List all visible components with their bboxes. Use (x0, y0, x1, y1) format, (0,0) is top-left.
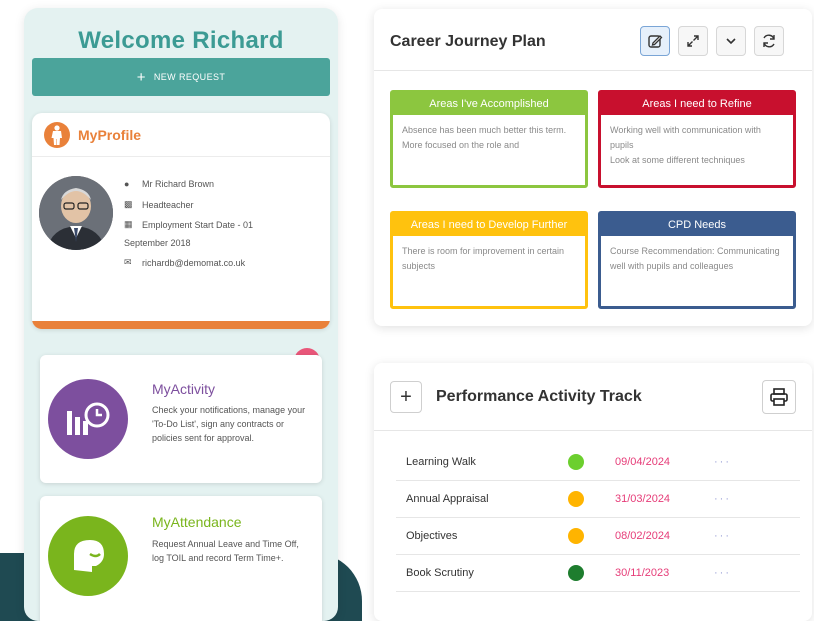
career-journey-plan-panel: Career Journey Plan Areas I've Accomplis… (374, 9, 812, 326)
develop-box[interactable]: Areas I need to Develop Further There is… (390, 211, 588, 309)
profile-email: richardb@demomat.co.uk (142, 257, 246, 268)
accomplished-note-1: Absence has been much better this term. (402, 125, 567, 135)
activity-date: 09/04/2024 (615, 456, 671, 468)
status-dot (568, 565, 584, 581)
add-activity-button[interactable]: + (390, 381, 422, 413)
edit-icon[interactable] (640, 26, 670, 56)
user-icon: ● (124, 179, 130, 189)
profile-email-row: ✉ richardb@demomat.co.uk (124, 257, 245, 268)
profile-role: Headteacher (142, 199, 194, 210)
cpd-box[interactable]: CPD Needs Course Recommendation: Communi… (598, 211, 796, 309)
attendance-title: MyAttendance (152, 514, 242, 530)
refine-title: Areas I need to Refine (601, 93, 793, 115)
profile-start-date-cont: September 2018 (124, 238, 191, 248)
more-options-icon[interactable]: ··· (714, 567, 731, 579)
accomplished-notes: Absence has been much better this term. … (393, 115, 585, 153)
status-dot (568, 528, 584, 544)
profile-start-date: Employment Start Date - 01 (142, 219, 254, 230)
profile-start-row: ▦ Employment Start Date - 01 (124, 219, 253, 230)
refresh-icon[interactable] (754, 26, 784, 56)
my-activity-card[interactable]: MyActivity Check your notifications, man… (40, 355, 322, 483)
more-options-icon[interactable]: ··· (714, 456, 731, 468)
new-request-label: NEW REQUEST (153, 72, 226, 82)
plus-icon: + (136, 68, 146, 86)
person-icon (44, 121, 70, 148)
performance-activity-track-panel: + Performance Activity Track Learning Wa… (374, 363, 812, 621)
calendar-icon: ▦ (124, 219, 133, 229)
welcome-heading: Welcome Richard (78, 27, 284, 54)
accomplished-title: Areas I've Accomplished (393, 93, 585, 115)
activity-name: Learning Walk (406, 456, 476, 468)
develop-notes: There is room for improvement in certain… (393, 236, 585, 274)
accomplished-note-2: More focused on the role and (402, 140, 520, 150)
activity-name: Objectives (406, 530, 458, 542)
refine-note-2: Look at some different techniques (610, 155, 745, 165)
activity-description: Check your notifications, manage your 'T… (152, 405, 306, 443)
table-row[interactable]: Annual Appraisal 31/03/2024 ··· (396, 481, 800, 518)
cpd-title: CPD Needs (601, 214, 793, 236)
envelope-icon: ✉ (124, 257, 132, 267)
status-dot (568, 454, 584, 470)
activity-name: Annual Appraisal (406, 493, 489, 505)
chevron-down-icon[interactable] (716, 26, 746, 56)
profile-header: MyProfile (32, 113, 330, 157)
plus-icon: + (400, 385, 412, 408)
attendance-icon (48, 516, 128, 596)
table-row[interactable]: Learning Walk 09/04/2024 ··· (396, 444, 800, 481)
new-request-button[interactable]: + NEW REQUEST (32, 58, 330, 96)
attendance-description: Request Annual Leave and Time Off, log T… (152, 539, 299, 563)
table-row[interactable]: Objectives 08/02/2024 ··· (396, 518, 800, 555)
career-header: Career Journey Plan (374, 9, 812, 71)
profile-accent-bar (32, 321, 330, 329)
more-options-icon[interactable]: ··· (714, 493, 731, 505)
career-title: Career Journey Plan (390, 33, 546, 50)
performance-header: + Performance Activity Track (374, 363, 812, 431)
performance-title: Performance Activity Track (436, 388, 642, 405)
refine-note-1: Working well with communication with pup… (610, 125, 761, 150)
profile-name: Mr Richard Brown (142, 179, 215, 189)
accomplished-box[interactable]: Areas I've Accomplished Absence has been… (390, 90, 588, 188)
print-icon[interactable] (762, 380, 796, 414)
cpd-note-1: Course Recommendation: Communicating wel… (610, 246, 780, 271)
refine-box[interactable]: Areas I need to Refine Working well with… (598, 90, 796, 188)
my-attendance-card[interactable]: MyAttendance Request Annual Leave and Ti… (40, 496, 322, 621)
activity-date: 30/11/2023 (615, 567, 670, 579)
activity-chart-icon (48, 379, 128, 459)
activity-date: 31/03/2024 (615, 493, 671, 505)
dashboard-panel: Welcome Richard + NEW REQUEST MyProfile (24, 8, 338, 621)
develop-note-1: There is room for improvement in certain… (402, 246, 565, 271)
more-options-icon[interactable]: ··· (714, 530, 731, 542)
table-row[interactable]: Book Scrutiny 30/11/2023 ··· (396, 555, 800, 592)
refine-notes: Working well with communication with pup… (601, 115, 793, 168)
expand-icon[interactable] (678, 26, 708, 56)
activity-title: MyActivity (152, 381, 215, 397)
activity-date: 08/02/2024 (615, 530, 671, 542)
my-profile-card[interactable]: MyProfile ● Mr Richard Brown ▩ Headteach… (32, 113, 330, 329)
profile-name-row: ● Mr Richard Brown (124, 179, 214, 189)
cpd-notes: Course Recommendation: Communicating wel… (601, 236, 793, 274)
develop-title: Areas I need to Develop Further (393, 214, 585, 236)
profile-title: MyProfile (78, 126, 142, 143)
status-dot (568, 491, 584, 507)
activity-name: Book Scrutiny (406, 567, 474, 579)
profile-role-row: ▩ Headteacher (124, 199, 194, 210)
avatar (39, 176, 113, 250)
briefcase-icon: ▩ (124, 199, 133, 209)
